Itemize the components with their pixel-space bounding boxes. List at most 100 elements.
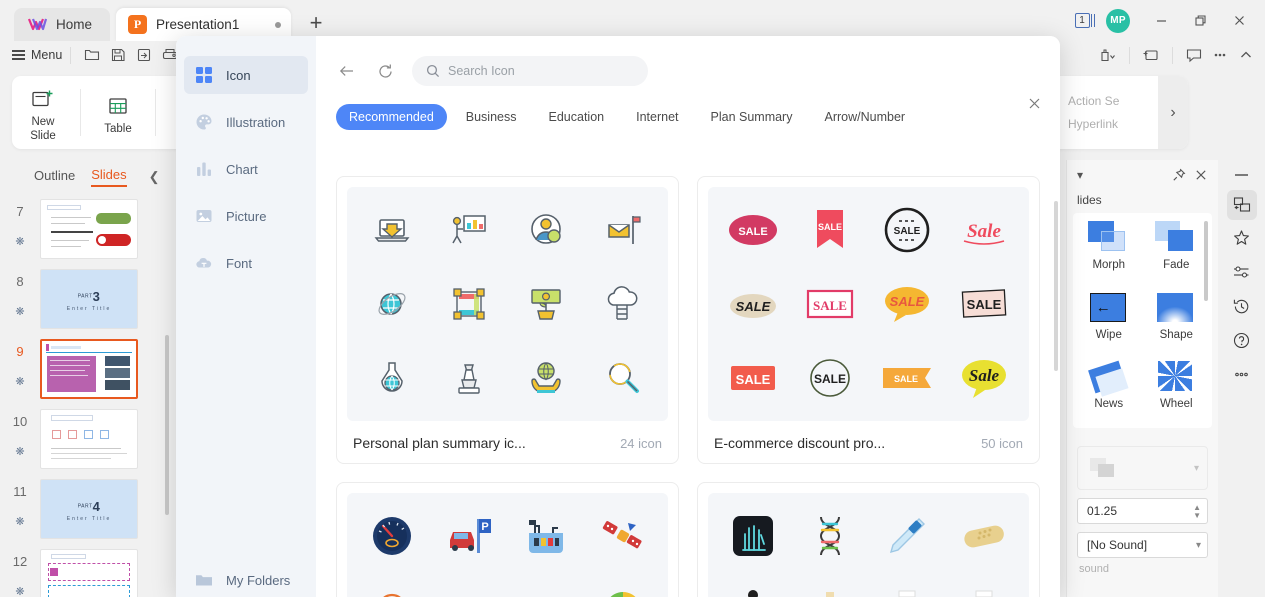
folder-open-icon[interactable] (79, 44, 105, 66)
hyperlink-button[interactable]: Hyperlink (1046, 117, 1158, 131)
transition-shape[interactable]: Shape (1145, 291, 1209, 351)
tab-home[interactable]: Home (14, 8, 111, 41)
sale-torn-paper-icon: SALE (959, 286, 1009, 322)
transition-effects-grid[interactable]: Morph Fade ← Wipe Shape News Wheel (1073, 213, 1212, 428)
transition-wheel[interactable]: Wheel (1145, 360, 1209, 420)
search-input[interactable] (448, 64, 634, 78)
save-as-icon[interactable] (131, 44, 157, 66)
help-icon (1232, 331, 1251, 350)
rail-more-button[interactable] (1227, 360, 1257, 390)
pin-icon[interactable] (1172, 168, 1186, 182)
insert-textbox-icon[interactable] (1138, 44, 1164, 66)
category-business[interactable]: Business (453, 104, 530, 130)
category-arrow-number[interactable]: Arrow/Number (811, 104, 918, 130)
rail-history-button[interactable] (1227, 292, 1257, 322)
category-plan-summary[interactable]: Plan Summary (698, 104, 806, 130)
svg-text:SALE: SALE (967, 297, 1002, 312)
category-tabs: Recommended Business Education Internet … (316, 86, 1060, 130)
slides-scrollbar[interactable] (165, 335, 169, 515)
chevron-up-icon[interactable] (1233, 44, 1259, 66)
list-item[interactable]: 7 ❋ (0, 194, 176, 264)
sale-script-icon: Sale (958, 212, 1010, 248)
sidebar-item-chart[interactable]: Chart (184, 150, 308, 188)
tab-outline[interactable]: Outline (34, 168, 75, 186)
dialog-close-button[interactable] (1027, 96, 1042, 111)
new-tab-button[interactable]: + (303, 10, 329, 36)
window-minimize-button[interactable] (1143, 7, 1179, 35)
refresh-icon[interactable] (374, 60, 396, 82)
category-internet[interactable]: Internet (623, 104, 691, 130)
duration-field[interactable]: 01.25 ▲ ▼ (1077, 498, 1208, 524)
mailbox-icon (602, 209, 644, 251)
slide-count-indicator[interactable]: 1 (1074, 13, 1095, 28)
transition-fade[interactable]: Fade (1145, 221, 1209, 281)
category-education[interactable]: Education (536, 104, 618, 130)
arrow-left-icon[interactable] (336, 60, 358, 82)
category-recommended[interactable]: Recommended (336, 104, 447, 130)
powerpoint-badge-icon: P (128, 15, 148, 34)
list-item[interactable]: 12 ❋ (0, 544, 176, 597)
bar-chart-icon (194, 159, 214, 179)
save-icon[interactable] (105, 44, 131, 66)
sale-orange-banner-icon: SALE (881, 365, 933, 391)
slide-thumbnail[interactable] (40, 549, 138, 597)
tab-slides[interactable]: Slides (91, 167, 127, 187)
icon-pack-card[interactable] (697, 482, 1040, 597)
collapse-dash-icon[interactable] (1235, 174, 1248, 176)
icon-pack-grid[interactable]: Personal plan summary ic... 24 icon SALE… (336, 176, 1052, 597)
effect-options-button[interactable]: ▾ (1077, 446, 1208, 490)
transition-news[interactable]: News (1077, 360, 1141, 420)
sound-select[interactable]: [No Sound] ▾ (1077, 532, 1208, 558)
divider (1172, 46, 1173, 64)
table-button[interactable]: Table (87, 76, 149, 149)
window-restore-button[interactable] (1182, 7, 1218, 35)
transition-wipe[interactable]: ← Wipe (1077, 291, 1141, 351)
icon-pack-card[interactable]: SALE SALE SALE Sale SALE SALE SALE SALE … (697, 176, 1040, 464)
table-icon (106, 93, 130, 119)
window-close-button[interactable] (1221, 7, 1257, 35)
sidebar-item-icon[interactable]: Icon (184, 56, 308, 94)
slide-thumbnail[interactable] (40, 199, 138, 259)
chevron-down-icon[interactable]: ▾ (1077, 168, 1083, 182)
list-item[interactable]: 8 ❋ PART3 Enter Title (0, 264, 176, 334)
slide-thumbnail[interactable] (40, 409, 138, 469)
rail-settings-button[interactable] (1227, 258, 1257, 288)
cloud-ladder-icon (602, 283, 644, 325)
slide-thumbnail-selected[interactable] (40, 339, 138, 399)
transition-morph[interactable]: Morph (1077, 221, 1141, 281)
avatar[interactable]: MP (1106, 8, 1130, 33)
action-settings-button[interactable]: Action Se (1046, 94, 1158, 108)
chevron-left-icon[interactable]: ❮ (149, 169, 160, 185)
close-icon[interactable] (1194, 168, 1208, 182)
animation-star-icon (1232, 229, 1251, 248)
hands-globe-icon (525, 357, 567, 399)
ribbon-expand-button[interactable]: › (1158, 76, 1188, 149)
sidebar-item-my-folders[interactable]: My Folders (176, 563, 316, 597)
sidebar-item-illustration[interactable]: Illustration (184, 103, 308, 141)
paste-dropdown-icon[interactable] (1095, 44, 1121, 66)
icon-pack-card[interactable]: P (336, 482, 679, 597)
slide-thumbnail[interactable]: PART4 Enter Title (40, 479, 138, 539)
list-item[interactable]: 10 ❋ (0, 404, 176, 474)
transition-scrollbar[interactable] (1204, 221, 1208, 301)
new-slide-button[interactable]: New Slide (12, 76, 74, 149)
dialog-scrollbar[interactable] (1054, 201, 1058, 371)
laptop-download-icon (371, 209, 413, 251)
rail-transition-button[interactable] (1226, 189, 1257, 220)
rail-animation-button[interactable] (1227, 224, 1257, 254)
icon-pack-card[interactable]: Personal plan summary ic... 24 icon (336, 176, 679, 464)
quantity-stepper[interactable]: ▲ ▼ (1193, 503, 1201, 519)
unsaved-dot-icon (275, 21, 282, 28)
list-item[interactable]: 9 ❋ (0, 334, 176, 404)
search-box[interactable] (412, 56, 648, 86)
list-item[interactable]: 11 ❋ PART4 Enter Title (0, 474, 176, 544)
menu-button[interactable]: Menu (12, 48, 62, 62)
slide-thumbnail[interactable]: PART3 Enter Title (40, 269, 138, 329)
rail-help-button[interactable] (1227, 326, 1257, 356)
comment-icon[interactable] (1181, 44, 1207, 66)
sidebar-item-picture[interactable]: Picture (184, 197, 308, 235)
more-icon[interactable] (1207, 44, 1233, 66)
slide-thumbnail-list[interactable]: 7 ❋ 8 ❋ PART3 Enter Title 9 ❋ 10 ❋ 11 ❋ … (0, 194, 176, 597)
sidebar-item-font[interactable]: Font (184, 244, 308, 282)
fade-icon (1155, 221, 1197, 255)
